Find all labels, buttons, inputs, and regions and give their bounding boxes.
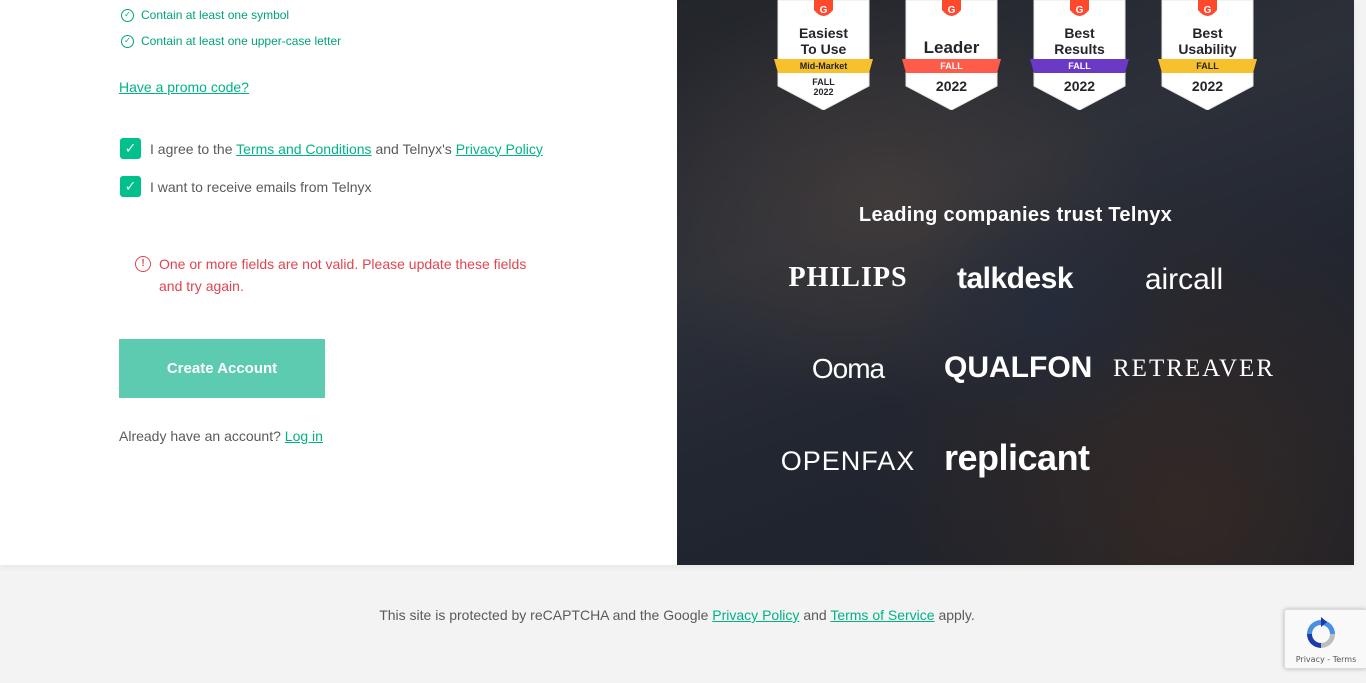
recaptcha-links: Privacy - Terms — [1285, 655, 1366, 664]
badge-year: 2022 — [813, 87, 834, 97]
badge-ribbon: FALL — [1068, 61, 1091, 71]
badge-easiest-to-use: G Easiest To Use Mid-Market FALL 2022 — [774, 0, 873, 110]
check-circle-icon: ✓ — [121, 34, 134, 48]
footer-suffix: apply. — [938, 607, 975, 623]
svg-text:G: G — [1204, 5, 1212, 16]
svg-text:G: G — [1076, 5, 1084, 16]
footer-prefix: This site is protected by reCAPTCHA and … — [379, 607, 709, 623]
terms-agreement: ✓ I agree to the Terms and Conditions an… — [120, 138, 543, 159]
trust-heading: Leading companies trust Telnyx — [858, 204, 1173, 226]
badge-line1: Best — [1192, 25, 1223, 41]
badge-season: FALL — [812, 77, 835, 87]
footer-and: and — [803, 607, 827, 623]
google-terms-link[interactable]: Terms of Service — [830, 607, 934, 623]
log-in-link[interactable]: Log in — [285, 428, 323, 444]
form-error-message: ! One or more fields are not valid. Plea… — [135, 253, 545, 297]
terms-text: I agree to the Terms and Conditions and … — [150, 141, 543, 157]
badge-line2: To Use — [800, 41, 847, 57]
password-requirement-uppercase: ✓ Contain at least one upper-case letter — [121, 34, 341, 48]
recaptcha-separator: - — [1324, 655, 1333, 664]
logo-openfax: OPENFAX — [780, 446, 916, 476]
badge-line1: Easiest — [798, 25, 849, 41]
badge-line2: Results — [1054, 41, 1105, 57]
badge-leader: G Leader FALL 2022 — [902, 0, 1001, 110]
badge-ribbon: FALL — [940, 61, 963, 71]
login-prompt-text: Already have an account? — [119, 428, 281, 444]
logo-philips: PHILIPS — [788, 262, 908, 293]
badge-year: 2022 — [1063, 78, 1096, 94]
badge-ribbon: FALL — [1196, 61, 1219, 71]
badge-ribbon: Mid-Market — [799, 61, 848, 71]
login-prompt: Already have an account? Log in — [119, 428, 323, 444]
recaptcha-icon — [1307, 617, 1335, 648]
recaptcha-notice: This site is protected by reCAPTCHA and … — [0, 607, 1354, 623]
error-text: One or more fields are not valid. Please… — [159, 256, 527, 294]
check-circle-icon: ✓ — [121, 8, 134, 22]
terms-middle: and Telnyx's — [375, 140, 452, 157]
badge-year: 2022 — [935, 78, 968, 94]
g2-badges: G Easiest To Use Mid-Market FALL 2022 G … — [774, 0, 1257, 110]
svg-text:G: G — [820, 5, 828, 16]
recaptcha-privacy-link[interactable]: Privacy — [1296, 655, 1325, 664]
email-optin-label: I want to receive emails from Telnyx — [150, 178, 372, 195]
requirement-label: Contain at least one upper-case letter — [141, 34, 342, 48]
svg-text:G: G — [948, 5, 956, 16]
recaptcha-terms-link[interactable]: Terms — [1333, 655, 1357, 664]
error-icon: ! — [135, 256, 151, 272]
requirement-label: Contain at least one symbol — [141, 8, 290, 22]
terms-and-conditions-link[interactable]: Terms and Conditions — [236, 141, 371, 157]
logo-aircall: aircall — [1144, 263, 1224, 296]
terms-checkbox[interactable]: ✓ — [120, 138, 141, 159]
logo-qualfon: QUALFON — [944, 351, 1093, 384]
badge-year: 2022 — [1191, 78, 1224, 94]
terms-prefix: I agree to the — [150, 140, 233, 157]
badge-line2: Usability — [1178, 41, 1237, 57]
email-optin: ✓ I want to receive emails from Telnyx — [120, 176, 372, 197]
badge-best-usability: G Best Usability FALL 2022 — [1158, 0, 1257, 110]
create-account-button[interactable]: Create Account — [119, 339, 325, 398]
password-requirement-symbol: ✓ Contain at least one symbol — [121, 8, 289, 22]
google-privacy-link[interactable]: Privacy Policy — [712, 607, 799, 623]
privacy-policy-link[interactable]: Privacy Policy — [456, 141, 543, 157]
recaptcha-badge[interactable]: Privacy - Terms — [1284, 609, 1366, 669]
badge-line1: Best — [1064, 25, 1095, 41]
logo-replicant: replicant — [944, 437, 1090, 478]
badge-line1: Leader — [923, 38, 980, 57]
promo-code-link[interactable]: Have a promo code? — [119, 79, 249, 95]
badge-best-results: G Best Results FALL 2022 — [1030, 0, 1129, 110]
logo-ooma: Ooma — [811, 353, 885, 384]
logo-retreaver: RETREAVER — [1113, 355, 1275, 382]
email-optin-checkbox[interactable]: ✓ — [120, 176, 141, 197]
signup-form-panel: ✓ Contain at least one symbol ✓ Contain … — [0, 0, 677, 565]
logo-talkdesk: talkdesk — [956, 262, 1074, 295]
